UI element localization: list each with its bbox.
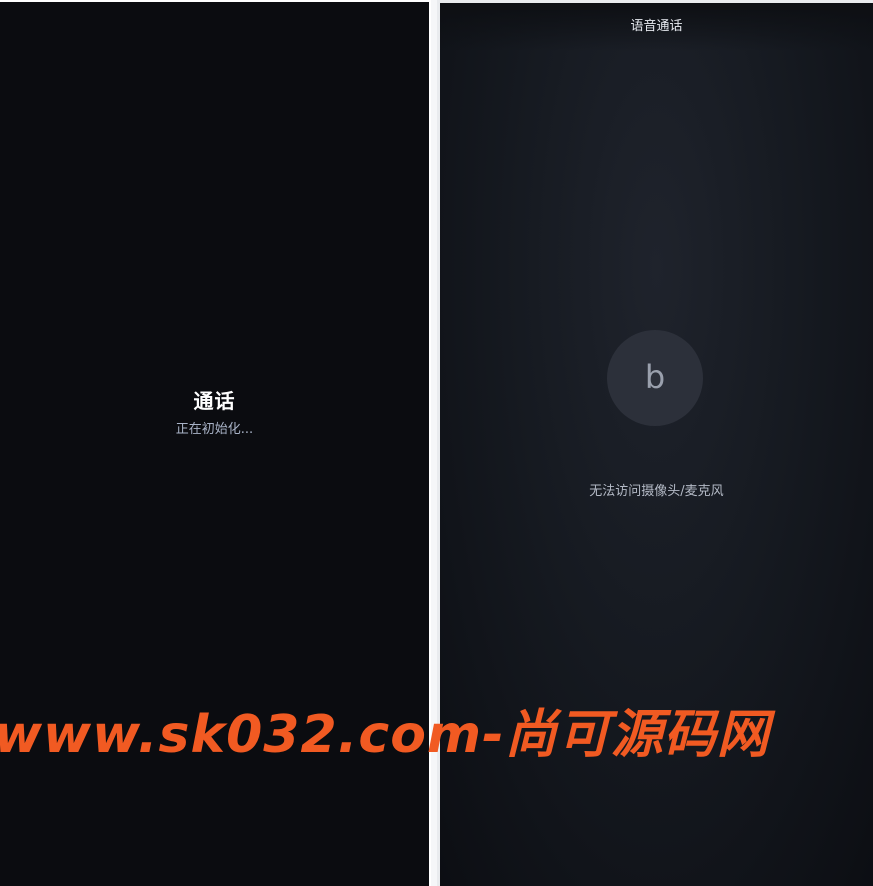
voice-call-header: 语音通话 xyxy=(440,3,873,51)
screenshot-stage: 通话 正在初始化... 语音通话 b 无法访问摄像头/麦克风 www.sk032… xyxy=(0,0,873,886)
left-call-pane: 通话 正在初始化... xyxy=(0,0,431,886)
call-title: 通话 xyxy=(193,389,236,413)
right-call-pane: 语音通话 b 无法访问摄像头/麦克风 xyxy=(437,0,873,886)
avatar: b xyxy=(607,330,703,426)
media-access-error: 无法访问摄像头/麦克风 xyxy=(589,484,724,499)
call-status-initializing: 正在初始化... xyxy=(175,422,254,437)
left-call-info: 通话 正在初始化... xyxy=(0,386,429,442)
voice-call-title: 语音通话 xyxy=(630,19,683,34)
avatar-initial: b xyxy=(644,358,666,396)
